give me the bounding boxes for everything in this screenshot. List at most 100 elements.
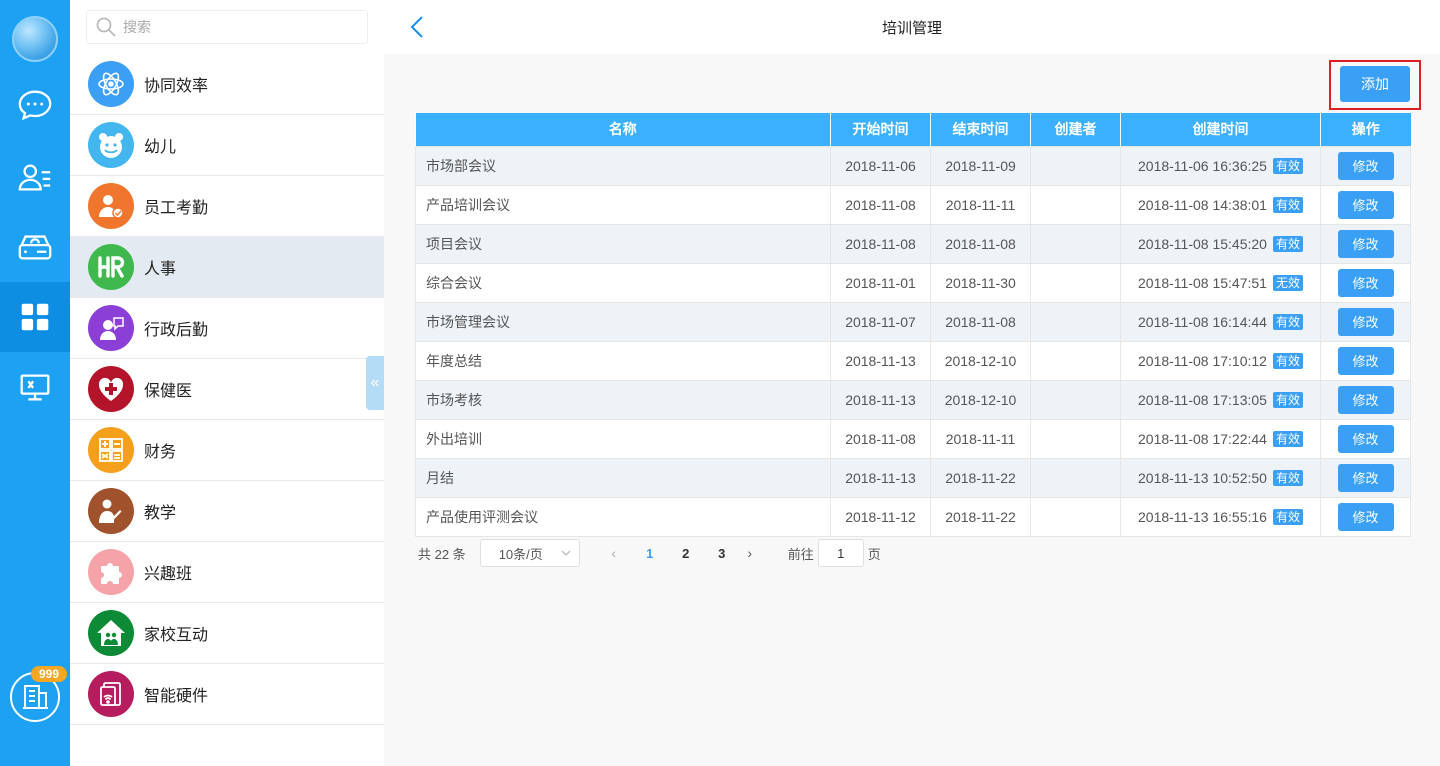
collapse-sidebar-button[interactable]: « [366,356,384,410]
prev-page-button[interactable]: ‹ [604,545,624,561]
page-number[interactable]: 3 [704,546,740,561]
cell-start: 2018-11-08 [830,223,931,264]
cell-name: 产品使用评测会议 [415,496,831,537]
monitor-button[interactable] [0,352,70,422]
edit-button[interactable]: 修改 [1337,268,1394,297]
edit-button[interactable]: 修改 [1337,229,1394,258]
employee-attendance-icon [88,183,134,229]
cell-end: 2018-12-10 [930,379,1031,420]
cell-start: 2018-11-08 [830,184,931,225]
menu-label: 家校互动 [144,627,209,644]
left-rail: 999 [0,0,70,766]
table-row: 年度总结 2018-11-13 2018-12-10 2018-11-08 17:10… [415,340,1411,381]
edit-button[interactable]: 修改 [1337,151,1394,180]
page-title: 培训管理 [881,20,942,37]
created-time: 2018-11-08 15:45:20 [1138,235,1267,252]
cell-end: 2018-12-10 [930,340,1031,381]
edit-button[interactable]: 修改 [1337,424,1394,453]
menu-label: 兴趣班 [144,566,193,583]
menu-item-collaboration[interactable]: 协同效率 [70,54,384,115]
menu-item-health[interactable]: 保健医 [70,359,384,420]
apps-grid-icon [21,303,49,331]
cell-end: 2018-11-22 [930,457,1031,498]
cell-end: 2018-11-11 [930,184,1031,225]
cell-created: 2018-11-06 16:36:25 有效 [1120,145,1321,186]
cell-created: 2018-11-08 15:45:20 有效 [1120,223,1321,264]
menu-item-hr[interactable]: 人事 [70,237,384,298]
top-bar: 培训管理 [384,0,1440,54]
page-number[interactable]: 2 [668,546,704,561]
atom-icon [88,61,134,107]
page-size-select[interactable]: 10条/页 [479,539,580,567]
calculator-icon [88,427,134,473]
created-time: 2018-11-13 10:52:50 [1138,469,1267,486]
search-input[interactable] [123,19,343,35]
cell-name: 市场部会议 [415,145,831,186]
status-badge: 有效 [1272,157,1303,174]
hr-icon [88,244,134,290]
goto-page-input[interactable] [817,539,864,567]
page-size-value: 10条/页 [498,546,543,562]
menu-item-interest-class[interactable]: 兴趣班 [70,542,384,603]
menu-label: 财务 [144,444,177,461]
menu-item-teaching[interactable]: 教学 [70,481,384,542]
cell-start: 2018-11-12 [830,496,931,537]
menu-item-children[interactable]: 幼儿 [70,115,384,176]
menu-item-finance[interactable]: 财务 [70,420,384,481]
cell-creator [1030,379,1121,420]
edit-button[interactable]: 修改 [1337,502,1394,531]
monitor-icon [20,374,50,401]
edit-button[interactable]: 修改 [1337,346,1394,375]
cell-created: 2018-11-08 16:14:44 有效 [1120,301,1321,342]
app-sidebar: 协同效率 幼儿 员工考勤 [70,0,384,766]
menu-item-smart-hardware[interactable]: 智能硬件 [70,664,384,725]
table-row: 综合会议 2018-11-01 2018-11-30 2018-11-08 15:47… [415,262,1411,303]
table-row: 项目会议 2018-11-08 2018-11-08 2018-11-08 15:45… [415,223,1411,264]
teacher-icon [88,488,134,534]
cell-creator [1030,145,1121,186]
page-number[interactable]: 1 [632,546,668,561]
created-time: 2018-11-08 15:47:51 [1138,274,1267,291]
table-row: 产品培训会议 2018-11-08 2018-11-11 2018-11-08 14:… [415,184,1411,225]
menu-item-home-school[interactable]: 家校互动 [70,603,384,664]
cell-end: 2018-11-09 [930,145,1031,186]
add-button[interactable]: 添加 [1340,66,1410,102]
pagination: 共 22 条 10条/页 ‹ 1 2 3 › 前往 页 [418,539,881,567]
cell-creator [1030,496,1121,537]
edit-button[interactable]: 修改 [1337,307,1394,336]
apps-button[interactable] [0,282,70,352]
edit-button[interactable]: 修改 [1337,190,1394,219]
puzzle-icon [88,549,134,595]
cell-name: 外出培训 [415,418,831,459]
cloud-drive-button[interactable] [0,212,70,282]
cell-end: 2018-11-30 [930,262,1031,303]
smiley-face-icon [88,122,134,168]
cell-created: 2018-11-08 14:38:01 有效 [1120,184,1321,225]
goto-label: 前往 [787,546,814,562]
menu-item-admin[interactable]: 行政后勤 [70,298,384,359]
cell-start: 2018-11-07 [830,301,931,342]
cell-start: 2018-11-13 [830,379,931,420]
table-row: 市场管理会议 2018-11-07 2018-11-08 2018-11-08 16:… [415,301,1411,342]
user-avatar[interactable] [12,16,58,62]
next-page-button[interactable]: › [740,545,760,561]
cell-start: 2018-11-13 [830,340,931,381]
cell-creator [1030,457,1121,498]
table-row: 产品使用评测会议 2018-11-12 2018-11-22 2018-11-13 1… [415,496,1411,537]
created-time: 2018-11-13 16:55:16 [1138,508,1267,525]
edit-button[interactable]: 修改 [1337,463,1394,492]
column-header-creator: 创建者 [1030,113,1121,146]
status-badge: 有效 [1272,391,1303,408]
status-badge: 有效 [1272,313,1303,330]
cell-created: 2018-11-08 15:47:51 无效 [1120,262,1321,303]
edit-button[interactable]: 修改 [1337,385,1394,414]
contacts-button[interactable] [0,142,70,212]
cell-creator [1030,223,1121,264]
cell-action: 修改 [1320,145,1411,186]
building-icon [23,685,48,709]
chat-button[interactable] [0,70,70,140]
cell-created: 2018-11-13 10:52:50 有效 [1120,457,1321,498]
app-menu: 协同效率 幼儿 员工考勤 人事 行政后勤 保健医 财务 教学 兴趣班 家校互动 … [70,54,384,725]
menu-item-attendance[interactable]: 员工考勤 [70,176,384,237]
cell-start: 2018-11-08 [830,418,931,459]
